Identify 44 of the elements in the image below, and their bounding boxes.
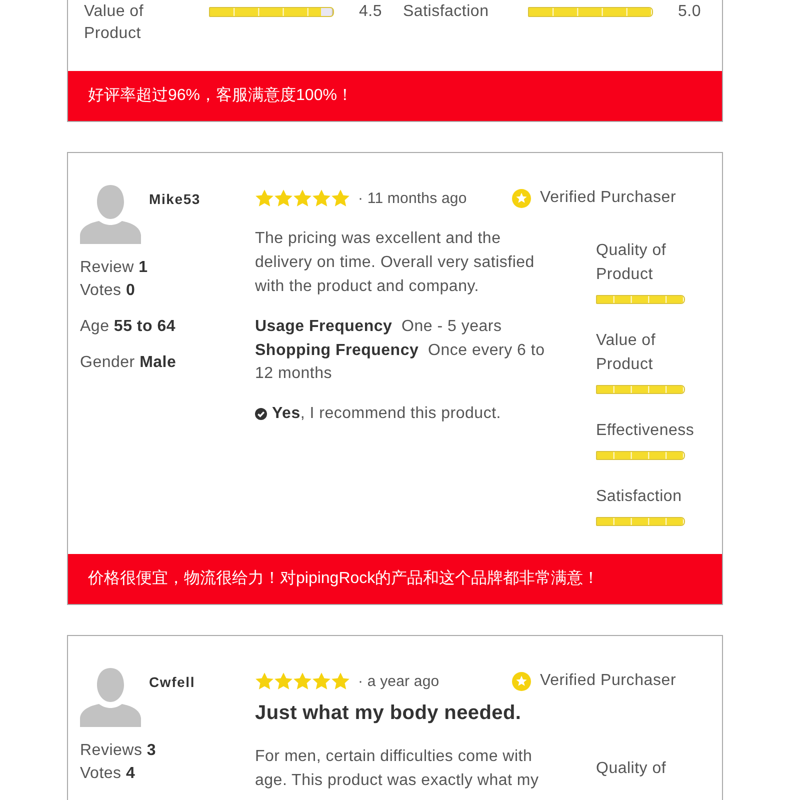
verified-label: Verified Purchaser	[540, 672, 676, 690]
user-stat: Votes 4	[80, 764, 136, 784]
user-stat: Votes 0	[80, 281, 136, 301]
star-icon	[312, 189, 331, 207]
star-icon	[274, 189, 293, 207]
rating-label: Value of Product	[84, 2, 145, 44]
rating-label: Value of Product	[596, 331, 657, 375]
rating-label: Satisfaction	[403, 2, 490, 22]
review-time: · a year ago	[358, 672, 440, 690]
review-text: For men, certain difficulties come with age. This product was exactly what my	[255, 747, 540, 791]
recommend-text: Yes, I recommend this product.	[272, 404, 501, 424]
star-icon	[331, 672, 350, 690]
star-icon	[255, 189, 274, 207]
rating-label: Effectiveness	[596, 421, 696, 441]
highlight-banner: 好评率超过96%，客服满意度100%！	[68, 71, 722, 121]
star-icon	[274, 672, 293, 690]
star-icon	[312, 672, 331, 690]
rating-label: Quality of	[596, 759, 668, 779]
rating-label: Satisfaction	[596, 487, 683, 507]
star-icon	[293, 672, 312, 690]
star-icon	[331, 189, 350, 207]
review-title: Just what my body needed.	[255, 701, 522, 726]
user-demographic: Age 55 to 64	[80, 317, 177, 337]
rating-label: Quality of Product	[596, 241, 668, 285]
star-icon	[255, 672, 274, 690]
username: Mike53	[149, 191, 200, 207]
review-detail: Usage Frequency One - 5 years	[255, 317, 503, 337]
username: Cwfell	[149, 674, 196, 690]
user-stat: Reviews 3	[80, 741, 158, 761]
review-detail: Shopping Frequency Once every 6 to 12 months	[255, 340, 546, 384]
verified-label: Verified Purchaser	[540, 189, 676, 207]
check-circle-icon	[255, 408, 267, 420]
star-badge-icon	[512, 672, 531, 690]
user-demographic: Gender Male	[80, 353, 178, 373]
review-time: · 11 months ago	[358, 190, 467, 206]
highlight-banner: 价格很便宜，物流很给力！对pipingRock的产品和这个品牌都非常满意！	[68, 554, 722, 604]
rating-value: 5.0	[678, 2, 701, 22]
star-icon	[293, 189, 312, 207]
rating-value: 4.5	[359, 2, 382, 22]
review-text: The pricing was excellent and the delivery on time. Overall very satisfied with the product and company.	[255, 229, 536, 297]
star-badge-icon	[512, 188, 531, 208]
user-avatar-icon	[80, 666, 141, 727]
user-stat: Review 1	[80, 258, 149, 278]
user-avatar-icon	[80, 183, 141, 244]
